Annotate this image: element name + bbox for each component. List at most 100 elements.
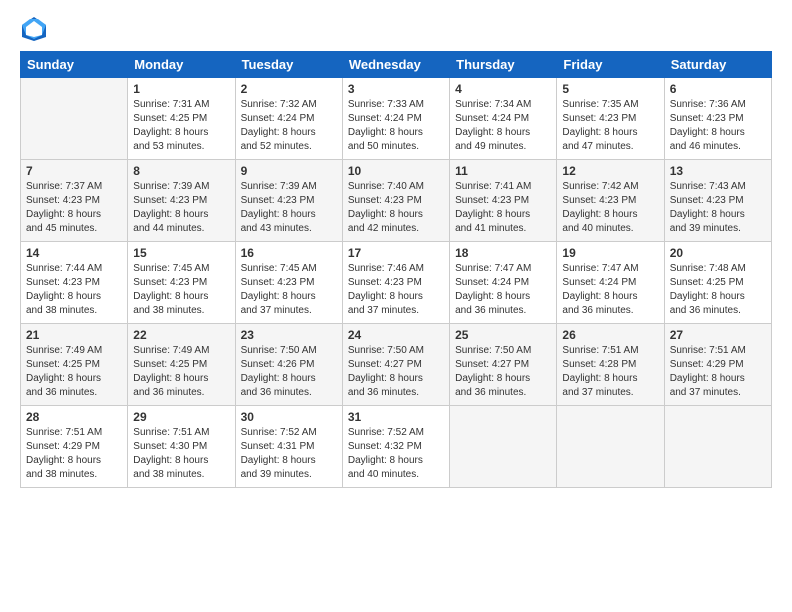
day-number: 19 <box>562 246 658 260</box>
calendar-cell <box>664 406 771 488</box>
calendar-cell: 27 Sunrise: 7:51 AM Sunset: 4:29 PM Dayli… <box>664 324 771 406</box>
day-info: Sunrise: 7:47 AM Sunset: 4:24 PM Dayligh… <box>562 262 658 318</box>
day-number: 18 <box>455 246 551 260</box>
calendar-cell: 17 Sunrise: 7:46 AM Sunset: 4:23 PM Dayli… <box>342 242 449 324</box>
day-number: 26 <box>562 328 658 342</box>
calendar-cell <box>21 78 128 160</box>
weekday-header-wednesday: Wednesday <box>342 52 449 78</box>
calendar-cell: 10 Sunrise: 7:40 AM Sunset: 4:23 PM Dayli… <box>342 160 449 242</box>
day-number: 3 <box>348 82 444 96</box>
calendar-table: SundayMondayTuesdayWednesdayThursdayFrid… <box>20 51 772 488</box>
day-number: 15 <box>133 246 229 260</box>
calendar-week-row: 7 Sunrise: 7:37 AM Sunset: 4:23 PM Daylig… <box>21 160 772 242</box>
calendar-cell: 9 Sunrise: 7:39 AM Sunset: 4:23 PM Daylig… <box>235 160 342 242</box>
calendar-cell: 7 Sunrise: 7:37 AM Sunset: 4:23 PM Daylig… <box>21 160 128 242</box>
calendar-week-row: 1 Sunrise: 7:31 AM Sunset: 4:25 PM Daylig… <box>21 78 772 160</box>
calendar-cell: 20 Sunrise: 7:48 AM Sunset: 4:25 PM Dayli… <box>664 242 771 324</box>
day-info: Sunrise: 7:31 AM Sunset: 4:25 PM Dayligh… <box>133 98 229 154</box>
day-info: Sunrise: 7:40 AM Sunset: 4:23 PM Dayligh… <box>348 180 444 236</box>
day-info: Sunrise: 7:39 AM Sunset: 4:23 PM Dayligh… <box>133 180 229 236</box>
calendar-cell: 22Sunrise: 7:49 AM Sunset: 4:25 PM Dayli… <box>128 324 235 406</box>
calendar-cell: 15 Sunrise: 7:45 AM Sunset: 4:23 PM Dayli… <box>128 242 235 324</box>
calendar-cell <box>450 406 557 488</box>
calendar-cell: 31 Sunrise: 7:52 AM Sunset: 4:32 PM Dayli… <box>342 406 449 488</box>
calendar-week-row: 21 Sunrise: 7:49 AM Sunset: 4:25 PM Dayli… <box>21 324 772 406</box>
calendar-week-row: 28 Sunrise: 7:51 AM Sunset: 4:29 PM Dayli… <box>21 406 772 488</box>
day-number: 12 <box>562 164 658 178</box>
calendar-cell: 19 Sunrise: 7:47 AM Sunset: 4:24 PM Dayli… <box>557 242 664 324</box>
calendar-cell: 26 Sunrise: 7:51 AM Sunset: 4:28 PM Dayli… <box>557 324 664 406</box>
weekday-header-tuesday: Tuesday <box>235 52 342 78</box>
weekday-header-friday: Friday <box>557 52 664 78</box>
day-number: 21 <box>26 328 122 342</box>
day-number: 1 <box>133 82 229 96</box>
day-number: 29 <box>133 410 229 424</box>
day-info: Sunrise: 7:52 AM Sunset: 4:32 PM Dayligh… <box>348 426 444 482</box>
calendar-cell: 23 Sunrise: 7:50 AM Sunset: 4:26 PM Dayli… <box>235 324 342 406</box>
calendar-cell: 25 Sunrise: 7:50 AM Sunset: 4:27 PM Dayli… <box>450 324 557 406</box>
day-number: 31 <box>348 410 444 424</box>
day-info: Sunrise: 7:50 AM Sunset: 4:27 PM Dayligh… <box>455 344 551 400</box>
calendar-cell: 18Sunrise: 7:47 AM Sunset: 4:24 PM Dayli… <box>450 242 557 324</box>
logo <box>20 15 52 43</box>
day-info: Sunrise: 7:49 AM Sunset: 4:25 PM Dayligh… <box>26 344 122 400</box>
day-number: 24 <box>348 328 444 342</box>
calendar-cell: 29Sunrise: 7:51 AM Sunset: 4:30 PM Dayli… <box>128 406 235 488</box>
day-info: Sunrise: 7:46 AM Sunset: 4:23 PM Dayligh… <box>348 262 444 318</box>
day-number: 11 <box>455 164 551 178</box>
logo-icon <box>20 15 48 43</box>
day-number: 27 <box>670 328 766 342</box>
day-number: 23 <box>241 328 337 342</box>
day-info: Sunrise: 7:37 AM Sunset: 4:23 PM Dayligh… <box>26 180 122 236</box>
weekday-header-thursday: Thursday <box>450 52 557 78</box>
day-number: 6 <box>670 82 766 96</box>
calendar-cell: 12 Sunrise: 7:42 AM Sunset: 4:23 PM Dayli… <box>557 160 664 242</box>
calendar-cell: 5 Sunrise: 7:35 AM Sunset: 4:23 PM Daylig… <box>557 78 664 160</box>
calendar-cell: 16 Sunrise: 7:45 AM Sunset: 4:23 PM Dayli… <box>235 242 342 324</box>
calendar-cell: 28 Sunrise: 7:51 AM Sunset: 4:29 PM Dayli… <box>21 406 128 488</box>
calendar-cell: 21 Sunrise: 7:49 AM Sunset: 4:25 PM Dayli… <box>21 324 128 406</box>
day-info: Sunrise: 7:41 AM Sunset: 4:23 PM Dayligh… <box>455 180 551 236</box>
day-info: Sunrise: 7:32 AM Sunset: 4:24 PM Dayligh… <box>241 98 337 154</box>
weekday-header-saturday: Saturday <box>664 52 771 78</box>
calendar-cell: 1 Sunrise: 7:31 AM Sunset: 4:25 PM Daylig… <box>128 78 235 160</box>
day-number: 2 <box>241 82 337 96</box>
day-info: Sunrise: 7:42 AM Sunset: 4:23 PM Dayligh… <box>562 180 658 236</box>
calendar-cell: 4Sunrise: 7:34 AM Sunset: 4:24 PM Daylig… <box>450 78 557 160</box>
day-number: 30 <box>241 410 337 424</box>
calendar-cell: 30Sunrise: 7:52 AM Sunset: 4:31 PM Dayli… <box>235 406 342 488</box>
day-number: 10 <box>348 164 444 178</box>
day-info: Sunrise: 7:50 AM Sunset: 4:27 PM Dayligh… <box>348 344 444 400</box>
calendar-cell: 3Sunrise: 7:33 AM Sunset: 4:24 PM Daylig… <box>342 78 449 160</box>
day-info: Sunrise: 7:51 AM Sunset: 4:29 PM Dayligh… <box>670 344 766 400</box>
day-number: 8 <box>133 164 229 178</box>
day-info: Sunrise: 7:51 AM Sunset: 4:29 PM Dayligh… <box>26 426 122 482</box>
day-info: Sunrise: 7:34 AM Sunset: 4:24 PM Dayligh… <box>455 98 551 154</box>
day-info: Sunrise: 7:45 AM Sunset: 4:23 PM Dayligh… <box>133 262 229 318</box>
day-info: Sunrise: 7:36 AM Sunset: 4:23 PM Dayligh… <box>670 98 766 154</box>
calendar-cell: 24 Sunrise: 7:50 AM Sunset: 4:27 PM Dayli… <box>342 324 449 406</box>
calendar-cell <box>557 406 664 488</box>
calendar-cell: 6 Sunrise: 7:36 AM Sunset: 4:23 PM Daylig… <box>664 78 771 160</box>
day-number: 20 <box>670 246 766 260</box>
day-info: Sunrise: 7:45 AM Sunset: 4:23 PM Dayligh… <box>241 262 337 318</box>
day-info: Sunrise: 7:35 AM Sunset: 4:23 PM Dayligh… <box>562 98 658 154</box>
calendar-cell: 11 Sunrise: 7:41 AM Sunset: 4:23 PM Dayli… <box>450 160 557 242</box>
day-info: Sunrise: 7:49 AM Sunset: 4:25 PM Dayligh… <box>133 344 229 400</box>
day-number: 25 <box>455 328 551 342</box>
calendar-cell: 14Sunrise: 7:44 AM Sunset: 4:23 PM Dayli… <box>21 242 128 324</box>
day-info: Sunrise: 7:39 AM Sunset: 4:23 PM Dayligh… <box>241 180 337 236</box>
day-info: Sunrise: 7:44 AM Sunset: 4:23 PM Dayligh… <box>26 262 122 318</box>
day-number: 9 <box>241 164 337 178</box>
calendar-cell: 2 Sunrise: 7:32 AM Sunset: 4:24 PM Daylig… <box>235 78 342 160</box>
day-number: 28 <box>26 410 122 424</box>
day-number: 17 <box>348 246 444 260</box>
day-info: Sunrise: 7:50 AM Sunset: 4:26 PM Dayligh… <box>241 344 337 400</box>
day-number: 16 <box>241 246 337 260</box>
day-number: 7 <box>26 164 122 178</box>
day-info: Sunrise: 7:43 AM Sunset: 4:23 PM Dayligh… <box>670 180 766 236</box>
calendar-cell: 8 Sunrise: 7:39 AM Sunset: 4:23 PM Daylig… <box>128 160 235 242</box>
day-number: 5 <box>562 82 658 96</box>
day-info: Sunrise: 7:48 AM Sunset: 4:25 PM Dayligh… <box>670 262 766 318</box>
day-info: Sunrise: 7:51 AM Sunset: 4:28 PM Dayligh… <box>562 344 658 400</box>
